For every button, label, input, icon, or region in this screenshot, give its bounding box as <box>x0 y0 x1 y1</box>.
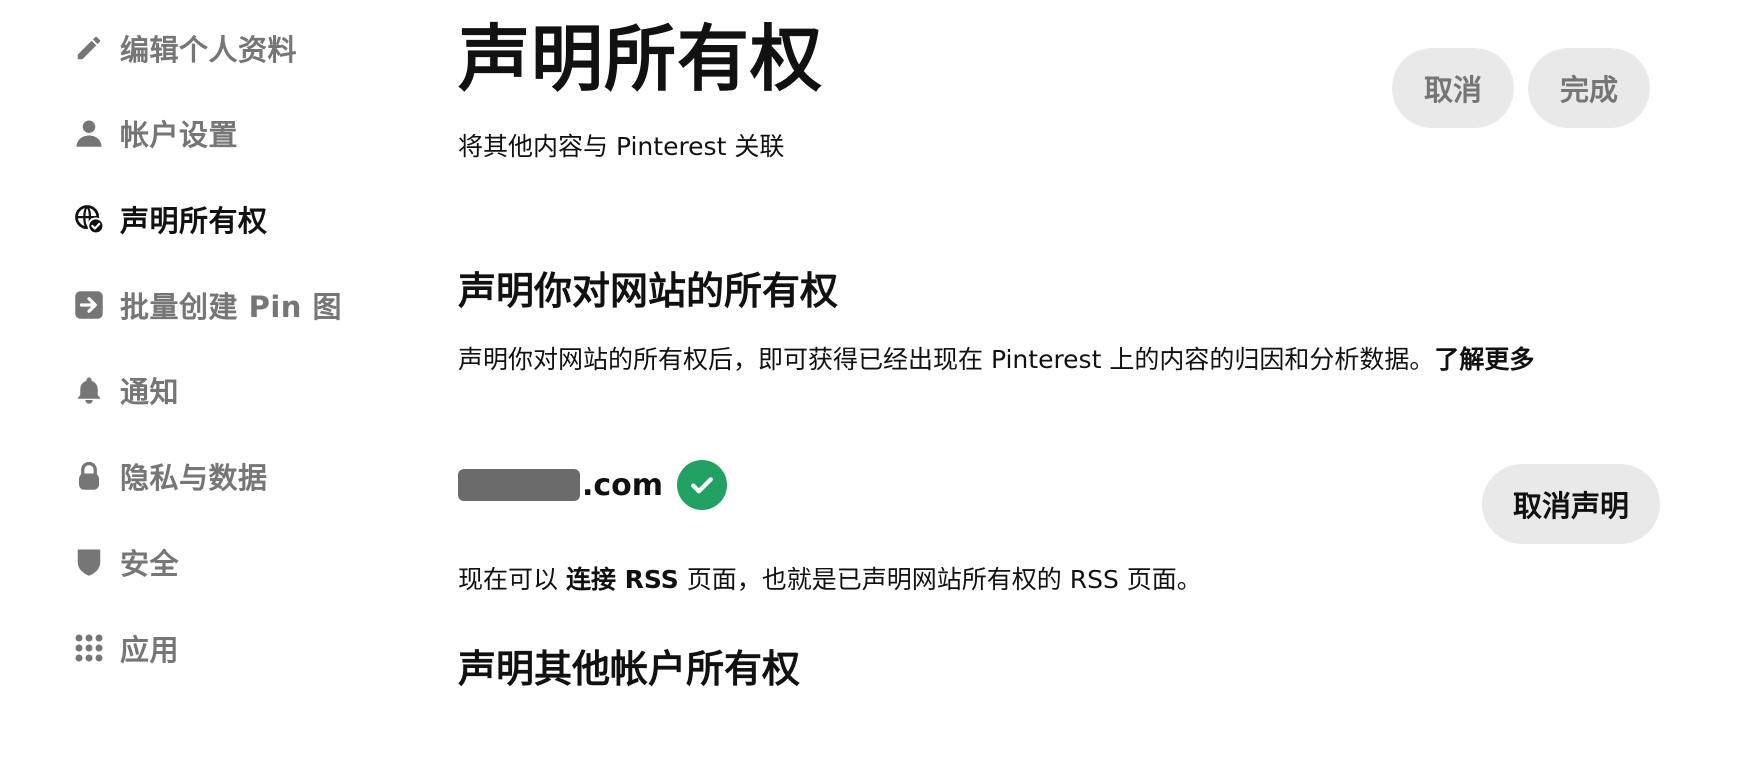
sidebar-item-label: 声明所有权 <box>120 204 268 238</box>
sidebar-item-label: 编辑个人资料 <box>120 33 298 67</box>
cancel-button[interactable]: 取消 <box>1392 48 1514 128</box>
person-icon <box>72 116 106 150</box>
sidebar-item-bulk-create-pins[interactable]: 批量创建 Pin 图 <box>72 283 342 327</box>
rss-info-text: 现在可以 连接 RSS 页面，也就是已声明网站所有权的 RSS 页面。 <box>458 560 1202 600</box>
redacted-domain <box>458 469 580 501</box>
page-subtitle: 将其他内容与 Pinterest 关联 <box>458 132 785 161</box>
website-section-description: 声明你对网站的所有权后，即可获得已经出现在 Pinterest 上的内容的归因和… <box>458 340 1534 380</box>
shield-icon <box>72 545 106 579</box>
sidebar-item-privacy-data[interactable]: 隐私与数据 <box>72 454 268 498</box>
sidebar-item-label: 应用 <box>120 633 180 667</box>
sidebar-item-apps[interactable]: 应用 <box>72 626 179 670</box>
learn-more-link[interactable]: 了解更多 <box>1434 345 1534 374</box>
grid-dots-icon <box>72 631 106 665</box>
lock-icon <box>72 459 106 493</box>
rss-suffix: 页面，也就是已声明网站所有权的 RSS 页面。 <box>686 565 1202 594</box>
claim-ownership-page: 编辑个人资料 帐户设置 声明所有权 批量创建 Pin 图 通知 隐私与数据 安全… <box>0 0 1752 780</box>
description-text: 声明你对网站的所有权后，即可获得已经出现在 Pinterest 上的内容的归因和… <box>458 345 1435 374</box>
sidebar-item-label: 批量创建 Pin 图 <box>120 290 343 324</box>
unclaim-button[interactable]: 取消声明 <box>1482 464 1660 544</box>
verified-check-icon <box>677 460 728 510</box>
claimed-website-row: .com <box>458 458 728 512</box>
done-button[interactable]: 完成 <box>1528 48 1650 128</box>
sidebar-item-edit-profile[interactable]: 编辑个人资料 <box>72 26 297 70</box>
sidebar-item-notifications[interactable]: 通知 <box>72 368 179 412</box>
bell-icon <box>72 373 106 407</box>
sidebar-item-claim-ownership[interactable]: 声明所有权 <box>72 197 268 241</box>
sidebar-item-security[interactable]: 安全 <box>72 540 179 584</box>
page-title: 声明所有权 <box>458 17 824 101</box>
sidebar-item-label: 通知 <box>120 375 180 409</box>
sidebar-item-label: 隐私与数据 <box>120 461 268 495</box>
sidebar-item-label: 帐户设置 <box>120 118 239 152</box>
sidebar-item-account-settings[interactable]: 帐户设置 <box>72 111 238 155</box>
import-arrow-icon <box>72 288 106 322</box>
connect-rss-link[interactable]: 连接 RSS <box>566 565 679 594</box>
other-accounts-section-title: 声明其他帐户所有权 <box>458 647 801 691</box>
rss-prefix: 现在可以 <box>458 565 559 594</box>
sidebar-item-label: 安全 <box>120 547 180 581</box>
globe-check-icon <box>72 202 106 236</box>
pencil-icon <box>72 31 106 65</box>
website-section-title: 声明你对网站的所有权 <box>458 269 839 313</box>
domain-suffix: .com <box>582 467 664 503</box>
